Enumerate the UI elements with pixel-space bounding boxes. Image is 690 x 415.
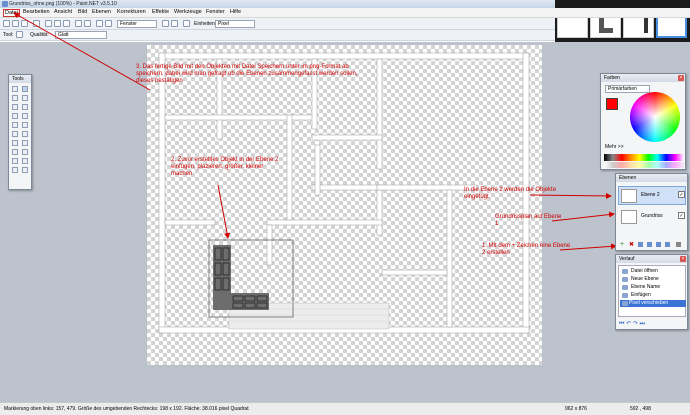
- rectangle-icon[interactable]: [12, 158, 18, 164]
- layer-icon: [622, 285, 628, 290]
- layers-panel: Ebenen Ebene 2 ✓ Grundriss ✓ + ✖: [615, 173, 688, 251]
- history-item[interactable]: Ebene Name: [622, 284, 660, 291]
- recolor-icon[interactable]: [12, 140, 18, 146]
- colors-panel: Farben × Primärfarben Mehr >>: [600, 73, 686, 170]
- history-item[interactable]: Datei öffnen: [622, 268, 658, 275]
- layer-visibility-checkbox[interactable]: ✓: [678, 212, 685, 219]
- magic-wand-icon[interactable]: [12, 113, 18, 119]
- image-size: 962 x 876: [565, 406, 587, 412]
- move-selection-icon[interactable]: [22, 95, 28, 101]
- history-panel-title: Verlauf: [616, 255, 687, 263]
- eraser-icon[interactable]: [22, 122, 28, 128]
- rect-select-icon[interactable]: [12, 86, 18, 92]
- layer-row-ebene2[interactable]: Ebene 2 ✓: [618, 186, 686, 205]
- paste-icon: [622, 293, 628, 298]
- layer-name: Ebene 2: [641, 192, 660, 198]
- history-controls: ⏮ ↶ ↷ ⏭: [619, 320, 645, 328]
- move-layer-down-icon[interactable]: [665, 242, 670, 247]
- layer-row-grundriss[interactable]: Grundriss ✓: [618, 207, 686, 226]
- color-palette[interactable]: [604, 154, 684, 161]
- tools-panel-title: Tools: [9, 75, 31, 83]
- line-icon[interactable]: [22, 149, 28, 155]
- more-colors-button[interactable]: Mehr >>: [605, 144, 624, 150]
- move-icon: [622, 301, 628, 306]
- layer-properties-icon[interactable]: [676, 242, 681, 247]
- delete-layer-icon[interactable]: ✖: [629, 241, 634, 248]
- annotation-arrows: [13, 12, 617, 251]
- open-icon: [622, 269, 628, 274]
- history-panel: Verlauf × Datei öffnen Neue Ebene Ebene …: [615, 254, 688, 330]
- text-icon[interactable]: [12, 149, 18, 155]
- history-item[interactable]: Einfügen: [622, 292, 651, 299]
- move-icon[interactable]: [22, 86, 28, 92]
- add-layer-icon[interactable]: +: [620, 241, 624, 248]
- layers-toolbar: + ✖: [618, 241, 686, 249]
- duplicate-layer-icon[interactable]: [638, 242, 643, 247]
- color-picker-icon[interactable]: [22, 140, 28, 146]
- selection-info: Markierung oben links: 157, 479. Größe d…: [4, 406, 249, 412]
- pan-icon[interactable]: [22, 104, 28, 110]
- pencil-icon[interactable]: [12, 131, 18, 137]
- layer-thumbnail: [621, 210, 637, 224]
- cursor-position: 592 , 498: [630, 406, 651, 412]
- layer-thumbnail: [621, 189, 637, 203]
- history-item[interactable]: Neue Ebene: [622, 276, 659, 283]
- layer-visibility-checkbox[interactable]: ✓: [678, 191, 685, 198]
- rounded-rect-icon[interactable]: [22, 158, 28, 164]
- status-bar: Markierung oben links: 157, 479. Größe d…: [0, 402, 690, 415]
- colors-panel-title: Farben: [601, 74, 685, 82]
- ellipse-icon[interactable]: [12, 167, 18, 173]
- layer-icon: [622, 277, 628, 282]
- lasso-icon[interactable]: [12, 95, 18, 101]
- redo-icon[interactable]: ↷: [633, 321, 638, 327]
- tools-panel: Tools: [8, 74, 32, 190]
- clone-stamp-icon[interactable]: [22, 131, 28, 137]
- layer-name: Grundriss: [641, 213, 663, 219]
- undo-icon[interactable]: ↶: [626, 321, 631, 327]
- color-mode-select[interactable]: Primärfarben: [605, 85, 650, 93]
- history-item-selected[interactable]: Pixel verschieben: [620, 300, 686, 307]
- move-layer-up-icon[interactable]: [656, 242, 661, 247]
- rewind-icon[interactable]: ⏮: [619, 321, 624, 327]
- brush-icon[interactable]: [12, 122, 18, 128]
- merge-down-icon[interactable]: [647, 242, 652, 247]
- zoom-icon[interactable]: [12, 104, 18, 110]
- layers-panel-title: Ebenen: [616, 174, 687, 182]
- color-wheel[interactable]: [630, 92, 680, 142]
- close-icon[interactable]: ×: [678, 75, 684, 81]
- primary-color-swatch[interactable]: [606, 98, 618, 110]
- freeform-icon[interactable]: [22, 167, 28, 173]
- bucket-icon[interactable]: [22, 113, 28, 119]
- fast-forward-icon[interactable]: ⏭: [639, 321, 644, 327]
- color-palette-light[interactable]: [604, 162, 684, 168]
- history-list: Datei öffnen Neue Ebene Ebene Name Einfü…: [618, 265, 686, 317]
- close-icon[interactable]: ×: [680, 256, 686, 262]
